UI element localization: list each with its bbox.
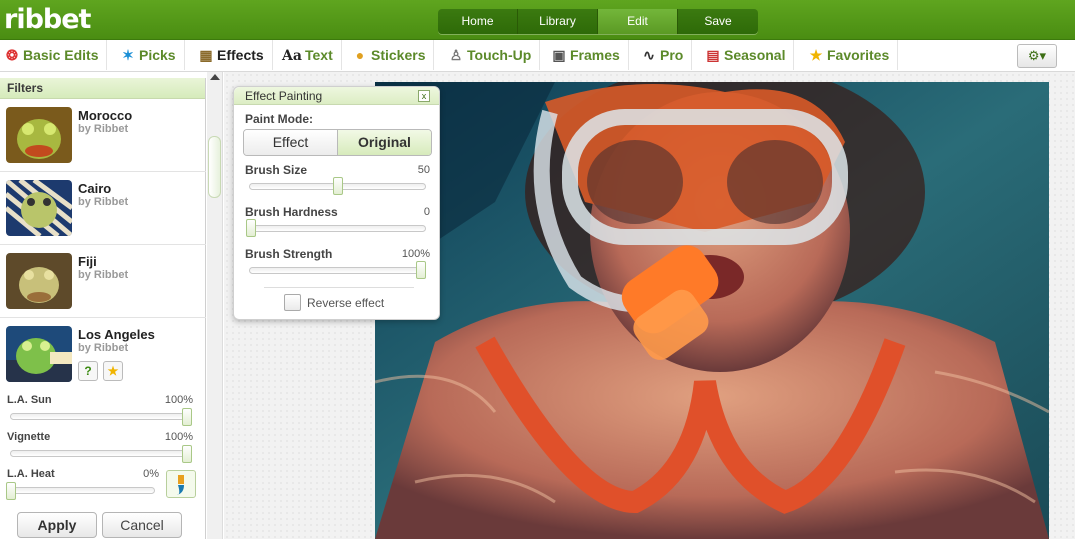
brush-strength-slider-track[interactable] (249, 267, 426, 274)
slider-label-vignette: Vignette (7, 431, 51, 443)
brush-hardness-value: 0 (423, 206, 430, 218)
paint-mode-toggle: Effect Original (243, 129, 432, 156)
star-icon: ✶ (122, 47, 134, 63)
brush-size-slider-handle[interactable] (332, 177, 343, 195)
la-heat-slider-track[interactable] (10, 487, 155, 494)
reverse-effect-checkbox[interactable] (284, 294, 301, 311)
brush-size-label: Brush Size (245, 163, 308, 177)
tab-label: Stickers (371, 47, 426, 63)
curve-icon: ∿ (643, 47, 655, 63)
frame-icon: ▣ (552, 47, 566, 63)
paint-mode-original-button[interactable]: Original (337, 130, 431, 155)
tab-frames[interactable]: ▣ Frames (551, 40, 629, 70)
tab-label: Text (305, 47, 333, 63)
tab-label: Effects (217, 47, 264, 63)
tab-label: Pro (660, 47, 684, 63)
paint-mode-effect-button[interactable]: Effect (244, 130, 337, 155)
la-heat-slider-handle[interactable] (6, 482, 16, 500)
brush-size-value: 50 (417, 164, 430, 176)
filter-author: by Ribbet (78, 196, 129, 208)
app-logo[interactable]: ribbet (4, 4, 91, 35)
filter-name: Fiji (78, 254, 97, 269)
filter-name: Los Angeles (78, 327, 155, 342)
film-icon: ▦ (199, 47, 213, 63)
lifebuoy-icon: ❂ (6, 47, 18, 63)
slider-value-vignette: 100% (164, 431, 193, 443)
filter-item-fiji[interactable]: Fiji by Ribbet (0, 245, 206, 318)
tab-basic-edits[interactable]: ❂ Basic Edits (4, 40, 108, 70)
filter-author: by Ribbet (78, 269, 129, 281)
tab-stickers[interactable]: ● Stickers (352, 40, 435, 70)
panel-title: Effect Painting (234, 87, 439, 105)
vignette-slider-handle[interactable] (182, 445, 192, 463)
scrollbar-thumb[interactable] (208, 136, 221, 198)
ball-icon: ● (355, 47, 365, 63)
close-icon[interactable]: x (418, 90, 430, 102)
tab-label: Touch-Up (467, 47, 532, 63)
tab-effects[interactable]: ▦ Effects (198, 40, 273, 70)
reverse-effect-label[interactable]: Reverse effect (307, 296, 384, 310)
calendar-icon: ▤ (706, 47, 720, 63)
apply-button[interactable]: Apply (17, 512, 97, 538)
effect-painting-panel: Effect Painting x Paint Mode: Effect Ori… (233, 86, 440, 320)
brush-hardness-label: Brush Hardness (245, 205, 338, 219)
brush-hardness-slider-handle[interactable] (246, 219, 256, 237)
nav-home[interactable]: Home (438, 9, 518, 34)
filter-item-cairo[interactable]: Cairo by Ribbet (0, 172, 206, 245)
slider-value-la-sun: 100% (164, 394, 193, 406)
brush-paint-icon[interactable] (166, 470, 196, 498)
favorite-star-icon[interactable]: ★ (103, 361, 123, 381)
tab-label: Favorites (827, 47, 890, 63)
brush-strength-label: Brush Strength (245, 247, 333, 261)
star-icon: ★ (809, 47, 823, 63)
nav-edit[interactable]: Edit (598, 9, 678, 34)
slider-value-la-heat: 0% (143, 468, 159, 480)
nav-library[interactable]: Library (518, 9, 598, 34)
tab-seasonal[interactable]: ▤ Seasonal (705, 40, 795, 70)
tab-label: Picks (139, 47, 176, 63)
tab-label: Basic Edits (23, 47, 99, 63)
tab-favorites[interactable]: ★ Favorites (808, 40, 899, 70)
filter-item-morocco[interactable]: Morocco by Ribbet (0, 99, 206, 172)
tab-pro[interactable]: ∿ Pro (641, 40, 693, 70)
filter-thumbnail (6, 253, 72, 309)
cancel-button[interactable]: Cancel (102, 512, 182, 538)
slider-label-la-heat: L.A. Heat (7, 468, 55, 480)
collapse-up-arrow-icon[interactable] (210, 74, 220, 80)
vignette-slider-track[interactable] (10, 450, 192, 457)
tab-picks[interactable]: ✶ Picks (120, 40, 185, 70)
filter-thumbnail (6, 107, 72, 163)
text-icon: Aa (282, 48, 302, 64)
brush-hardness-slider-track[interactable] (249, 225, 426, 232)
tab-label: Seasonal (724, 47, 786, 63)
top-bar: ribbet Home Library Edit Save (0, 0, 1075, 40)
filter-name: Morocco (78, 108, 133, 123)
brush-strength-value: 100% (401, 248, 430, 260)
sidebar-title: Filters (0, 78, 205, 99)
divider (264, 287, 414, 288)
la-sun-slider-track[interactable] (10, 413, 192, 420)
settings-gear-icon[interactable]: ⚙▾ (1017, 44, 1057, 68)
filter-author: by Ribbet (78, 123, 129, 135)
filter-thumbnail (6, 326, 72, 382)
tab-label: Frames (570, 47, 620, 63)
tab-touch-up[interactable]: ♙ Touch-Up (448, 40, 541, 70)
filter-thumbnail (6, 180, 72, 236)
brush-strength-slider-handle[interactable] (416, 261, 426, 279)
paint-mode-label: Paint Mode: (245, 112, 313, 126)
person-icon: ♙ (449, 47, 463, 63)
filters-sidebar: Filters Morocco by Ribbet Cairo by Ribbe… (0, 78, 206, 539)
tab-text[interactable]: Aa Text (282, 40, 342, 70)
edited-photo[interactable] (375, 82, 1049, 539)
filter-author: by Ribbet (78, 342, 129, 354)
la-sun-slider-handle[interactable] (182, 408, 192, 426)
nav-save[interactable]: Save (678, 9, 758, 34)
filter-name: Cairo (78, 181, 112, 196)
slider-label-la-sun: L.A. Sun (7, 394, 52, 406)
edit-toolbar: ❂ Basic Edits ✶ Picks ▦ Effects Aa Text ● Sti… (0, 40, 1075, 72)
help-icon[interactable]: ? (78, 361, 98, 381)
main-nav: Home Library Edit Save (438, 9, 758, 34)
panel-scrollbar[interactable] (207, 72, 223, 539)
